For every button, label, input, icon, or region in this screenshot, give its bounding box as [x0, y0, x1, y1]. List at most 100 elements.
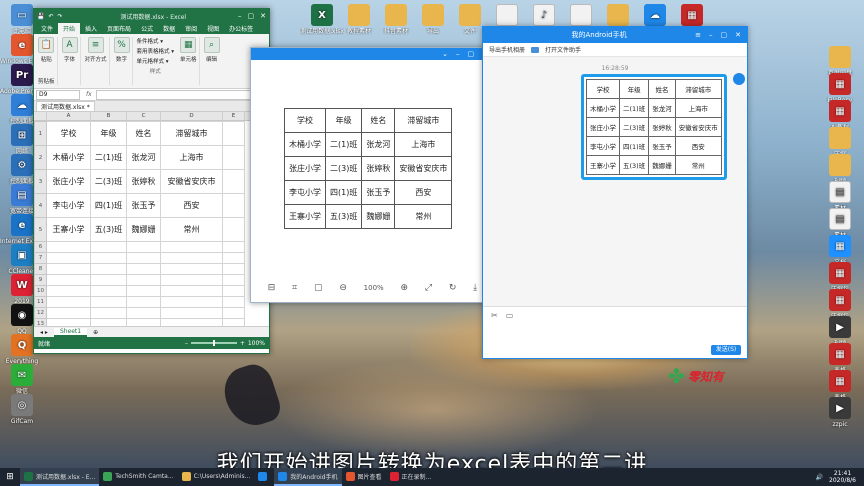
zoom-out-icon[interactable]: ⊖: [339, 283, 347, 293]
export-album-button[interactable]: 导出手机相册: [489, 45, 525, 54]
cell[interactable]: [46, 307, 91, 319]
send-button[interactable]: 发送(S): [711, 345, 741, 355]
cell[interactable]: [126, 241, 161, 253]
android-phone-window[interactable]: 我的Android手机 ≡ – ▢ ✕ 导出手机相册 打开文件助手 16:28:…: [482, 26, 748, 359]
formula-input[interactable]: [95, 89, 267, 100]
font-button[interactable]: 字体: [64, 55, 75, 63]
column-header[interactable]: D: [161, 112, 223, 120]
edit-button[interactable]: 编辑: [206, 55, 217, 63]
message-bubble[interactable]: 学校 年级 姓名 滞留城市 木桶小学 二(1)班 张龙河 上海市 张庄小学 二(3)班 张婷秋 安徽省…: [581, 74, 727, 180]
close-icon[interactable]: ✕: [735, 31, 741, 39]
cell[interactable]: [126, 285, 161, 297]
column-header[interactable]: E: [223, 112, 245, 120]
conditional-format-button[interactable]: 条件格式 ▾: [137, 37, 175, 45]
search-icon[interactable]: ⌕: [203, 37, 220, 53]
cell[interactable]: [222, 263, 245, 275]
cell[interactable]: 姓名: [126, 121, 161, 146]
cell[interactable]: [90, 296, 127, 308]
taskbar-item[interactable]: 正在录制...: [386, 468, 436, 486]
taskbar-item[interactable]: C:\Users\Adminis...: [178, 468, 255, 486]
cell[interactable]: [46, 296, 91, 308]
image-viewer-window[interactable]: ⌄ – ▢ ✕ 学校年级姓名滞留城市木桶小学二(1)班张龙河上海市张庄小学二(3…: [250, 47, 495, 303]
cell[interactable]: [90, 263, 127, 275]
cells-button[interactable]: 单元格: [180, 55, 197, 63]
cell[interactable]: 王寨小学: [46, 217, 91, 242]
cell[interactable]: [126, 296, 161, 308]
scissors-icon[interactable]: ✂: [491, 311, 498, 320]
cell[interactable]: [126, 274, 161, 286]
cell[interactable]: [222, 285, 245, 297]
excel-titlebar[interactable]: 💾 ↶ ↷ 测试用数据.xlsx - Excel – ▢ ✕: [34, 9, 269, 23]
desktop-icon[interactable]: ◎ GifCam: [0, 394, 44, 425]
cell[interactable]: [160, 274, 223, 286]
cell[interactable]: [222, 307, 245, 319]
row-number[interactable]: 3: [34, 169, 47, 194]
row-number[interactable]: 4: [34, 193, 47, 218]
taskbar-item[interactable]: 图片查看: [342, 468, 386, 486]
cell[interactable]: 二(1)班: [90, 145, 127, 170]
cell[interactable]: 李屯小学: [46, 193, 91, 218]
zoom-in-icon[interactable]: +: [240, 340, 245, 347]
row-number[interactable]: 8: [34, 263, 47, 275]
cell[interactable]: [222, 121, 245, 146]
name-box[interactable]: D9: [36, 89, 80, 100]
desktop-icon[interactable]: ✉ 微信: [0, 364, 44, 395]
cell[interactable]: [90, 318, 127, 326]
maximize-icon[interactable]: ▢: [468, 50, 475, 58]
align-icon[interactable]: ≡: [87, 37, 104, 53]
row-number[interactable]: 2: [34, 145, 47, 170]
row-number[interactable]: 12: [34, 307, 47, 319]
cell[interactable]: [222, 145, 245, 170]
ribbon-tab[interactable]: 审阅: [180, 23, 202, 34]
cell[interactable]: [90, 285, 127, 297]
cell[interactable]: [222, 296, 245, 308]
phone-titlebar[interactable]: 我的Android手机 ≡ – ▢ ✕: [483, 27, 747, 43]
cell[interactable]: [160, 263, 223, 275]
cell[interactable]: 张龙河: [126, 145, 161, 170]
add-sheet-button[interactable]: ⊕: [93, 329, 98, 336]
align-button[interactable]: 对齐方式: [85, 55, 107, 63]
rotate-icon[interactable]: ↻: [449, 283, 457, 293]
zoom-out-icon[interactable]: –: [185, 340, 188, 347]
ribbon-tab[interactable]: 公式: [136, 23, 158, 34]
volume-icon[interactable]: 🔊: [816, 474, 823, 481]
viewer-titlebar[interactable]: ⌄ – ▢ ✕: [251, 48, 494, 60]
file-assistant-button[interactable]: 打开文件助手: [545, 45, 581, 54]
fullscreen-icon[interactable]: ⤢: [425, 283, 432, 293]
desktop-icon[interactable]: ▶ zzpic: [818, 397, 862, 428]
cell[interactable]: [126, 252, 161, 264]
taskbar-item[interactable]: TechSmith Camta...: [99, 468, 177, 486]
column-header[interactable]: B: [91, 112, 127, 120]
paste-button[interactable]: 粘贴: [41, 55, 52, 63]
cell[interactable]: [90, 274, 127, 286]
ribbon-tab[interactable]: 文件: [36, 23, 58, 34]
ribbon-tab[interactable]: 视图: [202, 23, 224, 34]
cell[interactable]: [222, 241, 245, 253]
close-icon[interactable]: ✕: [260, 12, 266, 20]
row-number[interactable]: 10: [34, 285, 47, 297]
ribbon-tab[interactable]: 办公标签: [224, 23, 258, 34]
redo-icon[interactable]: ↷: [58, 13, 63, 20]
cell[interactable]: 五(3)班: [90, 217, 127, 242]
actual-size-icon[interactable]: ▢: [314, 283, 323, 293]
column-header[interactable]: C: [127, 112, 161, 120]
start-button[interactable]: ⊞: [0, 468, 20, 486]
cell[interactable]: [160, 252, 223, 264]
sheet-tab[interactable]: Sheet1: [53, 327, 88, 337]
cell[interactable]: 张婷秋: [126, 169, 161, 194]
cell[interactable]: 滞留城市: [160, 121, 223, 146]
cells-icon[interactable]: ▦: [180, 37, 197, 53]
cell[interactable]: [90, 241, 127, 253]
cell[interactable]: [160, 307, 223, 319]
chevron-down-icon[interactable]: ⌄: [442, 50, 448, 58]
sheet-nav-icon[interactable]: ◂ ▸: [40, 329, 48, 336]
cell[interactable]: [222, 274, 245, 286]
cell[interactable]: [46, 241, 91, 253]
row-number[interactable]: 9: [34, 274, 47, 286]
minimize-icon[interactable]: –: [709, 31, 713, 39]
cell[interactable]: 魏娜姗: [126, 217, 161, 242]
ribbon-tab[interactable]: 页面布局: [102, 23, 136, 34]
menu-icon[interactable]: ≡: [695, 31, 701, 39]
cell[interactable]: 上海市: [160, 145, 223, 170]
font-icon[interactable]: A: [61, 37, 78, 53]
